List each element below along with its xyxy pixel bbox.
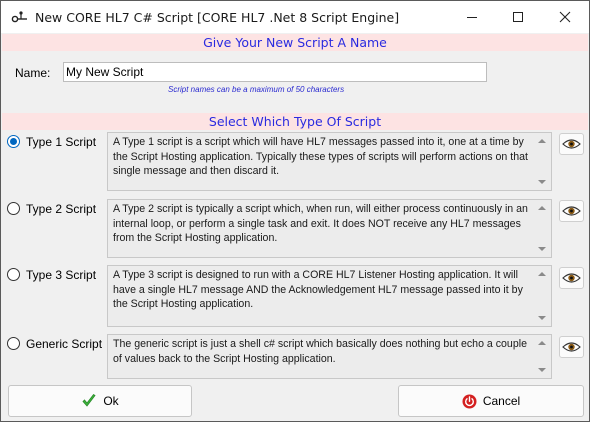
type-section-banner: Select Which Type Of Script [2,113,588,130]
generic-script-radio[interactable] [7,337,20,350]
type-1-description-box[interactable]: A Type 1 script is a script which will h… [107,132,552,191]
window-title: New CORE HL7 C# Script [CORE HL7 .Net 8 … [35,10,400,25]
view-type-3-button[interactable] [559,267,584,289]
scroll-down-arrow-icon[interactable] [536,244,548,254]
title-bar[interactable]: New CORE HL7 C# Script [CORE HL7 .Net 8 … [1,1,589,33]
type-1-label[interactable]: Type 1 Script [26,135,96,149]
eye-icon [562,139,581,149]
type-3-label[interactable]: Type 3 Script [26,268,96,282]
view-generic-script-button[interactable] [559,336,584,358]
type-3-radio[interactable] [7,268,20,281]
type-3-description: A Type 3 script is designed to run with … [113,269,523,310]
ok-button[interactable]: Ok [8,385,192,417]
close-button[interactable] [542,1,588,33]
close-icon [559,11,571,23]
generic-script-description: The generic script is just a shell c# sc… [113,338,527,365]
ok-button-label: Ok [103,394,119,408]
maximize-button[interactable] [495,1,541,33]
maximize-icon [513,12,523,22]
checkmark-icon [82,393,96,407]
eye-icon [562,342,581,352]
type-1-description: A Type 1 script is a script which will h… [113,136,528,177]
app-connector-icon [11,9,29,25]
scroll-down-arrow-icon[interactable] [536,313,548,323]
cancel-button[interactable]: Cancel [398,385,584,417]
minimize-icon [467,17,477,18]
script-name-input[interactable] [63,62,487,82]
view-type-2-button[interactable] [559,200,584,222]
power-icon [462,394,477,408]
scroll-up-arrow-icon[interactable] [536,203,548,213]
type-2-description-box[interactable]: A Type 2 script is typically a script wh… [107,199,552,258]
eye-icon [562,206,581,216]
type-2-radio[interactable] [7,202,20,215]
type-2-label[interactable]: Type 2 Script [26,202,96,216]
type-3-description-box[interactable]: A Type 3 script is designed to run with … [107,265,552,327]
eye-icon [562,273,581,283]
script-name-hint: Script names can be a maximum of 50 char… [168,85,345,94]
name-label: Name: [15,66,51,80]
new-script-dialog: New CORE HL7 C# Script [CORE HL7 .Net 8 … [0,0,590,422]
cancel-button-label: Cancel [482,394,521,408]
name-section-banner: Give Your New Script A Name [2,34,588,51]
generic-script-description-box[interactable]: The generic script is just a shell c# sc… [107,334,552,379]
generic-script-label[interactable]: Generic Script [26,337,102,351]
scroll-up-arrow-icon[interactable] [536,338,548,348]
scroll-up-arrow-icon[interactable] [536,269,548,279]
view-type-1-button[interactable] [559,133,584,155]
type-2-description: A Type 2 script is typically a script wh… [113,203,528,244]
scroll-up-arrow-icon[interactable] [536,136,548,146]
minimize-button[interactable] [449,1,495,33]
scroll-down-arrow-icon[interactable] [536,365,548,375]
scroll-down-arrow-icon[interactable] [536,177,548,187]
type-1-radio[interactable] [7,135,20,148]
